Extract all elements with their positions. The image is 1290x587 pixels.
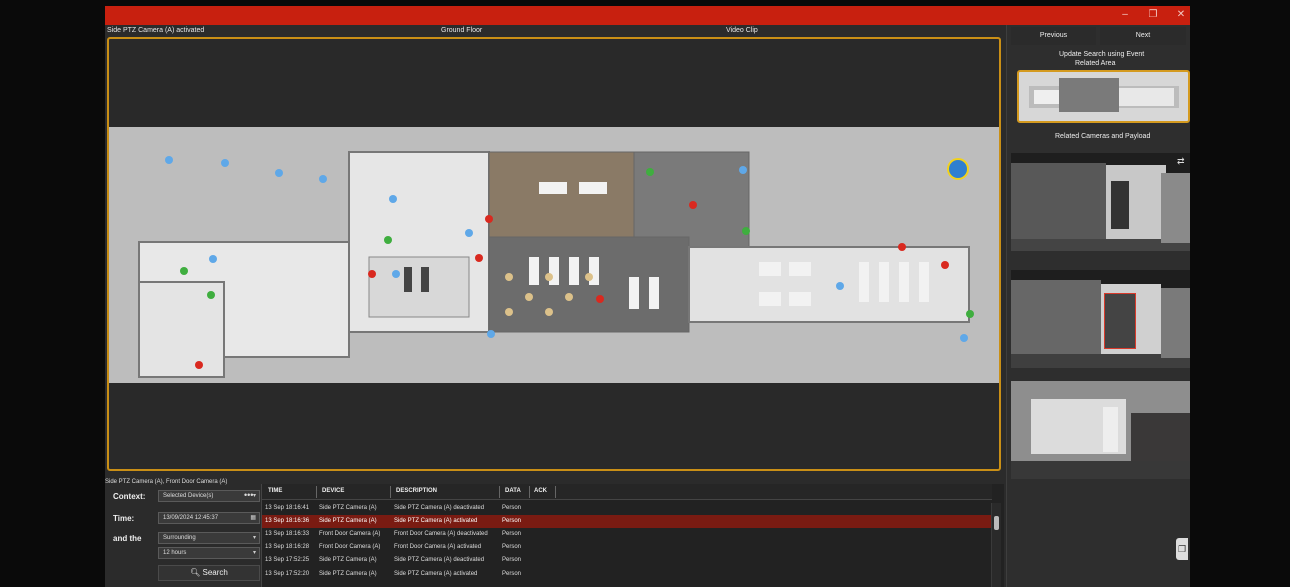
table-row[interactable]: 13 Sep 18:16:33 Front Door Camera (A) Fr…: [262, 528, 994, 541]
title-bar: – ❐ ✕: [105, 6, 1190, 25]
table-row[interactable]: 13 Sep 18:16:28 Front Door Camera (A) Fr…: [262, 541, 994, 554]
sensor-marker-icon[interactable]: [384, 236, 392, 244]
alarm-marker-icon[interactable]: [941, 261, 949, 269]
sensor-marker-icon[interactable]: [646, 168, 654, 176]
related-area-thumbnail[interactable]: [1017, 70, 1190, 123]
search-icon: 🔍︎: [190, 568, 201, 577]
time-input[interactable]: 13/09/2024 12:45:37 ▦: [158, 512, 260, 524]
duration-select[interactable]: 12 hours ▾: [158, 547, 260, 559]
time-label: Time:: [113, 514, 135, 523]
area-map-thumbnail: [1029, 78, 1179, 112]
camera-marker-icon[interactable]: [836, 282, 844, 290]
event-title: Side PTZ Camera (A) activated: [107, 27, 205, 34]
alarm-marker-icon[interactable]: [596, 295, 604, 303]
context-devices-label: Side PTZ Camera (A), Front Door Camera (…: [105, 479, 228, 485]
camera-marker-icon[interactable]: [392, 270, 400, 278]
next-button[interactable]: Next: [1100, 27, 1186, 45]
table-row[interactable]: 13 Sep 17:52:25 Side PTZ Camera (A) Side…: [262, 554, 994, 567]
camera-marker-icon[interactable]: [389, 195, 397, 203]
floor-plan-drawing: [138, 151, 970, 378]
table-row[interactable]: 13 Sep 17:52:20 Side PTZ Camera (A) Side…: [262, 568, 994, 581]
search-button[interactable]: 🔍︎ Search: [158, 565, 260, 581]
camera-marker-icon[interactable]: [275, 169, 283, 177]
camera-marker-icon[interactable]: [165, 156, 173, 164]
column-ack[interactable]: ACK: [534, 488, 547, 494]
previous-button[interactable]: Previous: [1011, 27, 1096, 45]
range-value: Surrounding: [163, 535, 196, 541]
view-header: Side PTZ Camera (A) activated Ground Flo…: [105, 25, 1005, 37]
camera-feed-2[interactable]: [1011, 270, 1190, 368]
column-time[interactable]: TIME: [268, 488, 282, 494]
restore-button[interactable]: ❐: [1145, 8, 1161, 22]
sensor-marker-icon[interactable]: [180, 267, 188, 275]
ptz-camera-icon[interactable]: [947, 158, 969, 180]
camera-marker-icon[interactable]: [319, 175, 327, 183]
minimize-button[interactable]: –: [1117, 8, 1133, 22]
camera-feed-1[interactable]: ⇄: [1011, 153, 1190, 251]
table-row-selected[interactable]: 13 Sep 18:16:36 Side PTZ Camera (A) Side…: [262, 515, 994, 528]
calendar-icon[interactable]: ▦: [250, 513, 256, 523]
alarm-marker-icon[interactable]: [368, 270, 376, 278]
time-value: 13/09/2024 12:45:37: [163, 515, 219, 521]
sensor-marker-icon[interactable]: [742, 227, 750, 235]
video-clip-title[interactable]: Video Clip: [726, 27, 758, 34]
camera-feed-3[interactable]: [1011, 381, 1190, 479]
camera-marker-icon[interactable]: [221, 159, 229, 167]
search-label: Search: [202, 568, 228, 577]
alarm-marker-icon[interactable]: [689, 201, 697, 209]
column-data[interactable]: DATA: [505, 488, 521, 494]
camera-marker-icon[interactable]: [487, 330, 495, 338]
update-search-button[interactable]: Update Search using Event: [1059, 51, 1144, 58]
scrollbar-thumb[interactable]: [994, 516, 999, 530]
floor-title: Ground Floor: [441, 27, 483, 34]
sensor-marker-icon[interactable]: [207, 291, 215, 299]
right-panel: Previous Next Update Search using Event …: [1006, 25, 1190, 587]
event-list[interactable]: TIME DEVICE DESCRIPTION DATA ACK 13 Sep …: [261, 484, 1004, 587]
related-area-label: Related Area: [1075, 60, 1116, 67]
side-panel-toggle-icon[interactable]: ❐: [1176, 538, 1188, 560]
chevron-down-icon: ▾: [252, 550, 256, 556]
column-device[interactable]: DEVICE: [322, 488, 344, 494]
range-select[interactable]: Surrounding ▾: [158, 532, 260, 544]
chevron-down-icon: ▾: [252, 535, 256, 541]
alarm-marker-icon[interactable]: [195, 361, 203, 369]
table-row[interactable]: 13 Sep 18:16:41 Side PTZ Camera (A) Side…: [262, 502, 994, 515]
and-the-label: and the: [113, 534, 142, 543]
alarm-marker-icon[interactable]: [475, 254, 483, 262]
context-label: Context:: [113, 492, 146, 501]
alarm-marker-icon[interactable]: [485, 215, 493, 223]
camera-marker-icon[interactable]: [960, 334, 968, 342]
column-description[interactable]: DESCRIPTION: [396, 488, 437, 494]
context-value: Selected Device(s): [163, 493, 214, 499]
more-options-button[interactable]: •••: [244, 490, 253, 500]
sensor-marker-icon[interactable]: [966, 310, 974, 318]
floor-plan[interactable]: [109, 127, 999, 383]
swap-icon[interactable]: ⇄: [1177, 156, 1185, 167]
duration-value: 12 hours: [163, 550, 187, 556]
camera-marker-icon[interactable]: [739, 166, 747, 174]
camera-marker-icon[interactable]: [209, 255, 217, 263]
event-list-header: TIME DEVICE DESCRIPTION DATA ACK: [262, 484, 992, 500]
floor-map-view[interactable]: [107, 37, 1001, 471]
related-cameras-label: Related Cameras and Payload: [1055, 133, 1151, 140]
app-window: – ❐ ✕ Side PTZ Camera (A) activated Grou…: [105, 6, 1190, 587]
close-button[interactable]: ✕: [1173, 8, 1189, 22]
alarm-marker-icon[interactable]: [898, 243, 906, 251]
event-list-scrollbar[interactable]: [991, 503, 1001, 587]
camera-marker-icon[interactable]: [465, 229, 473, 237]
